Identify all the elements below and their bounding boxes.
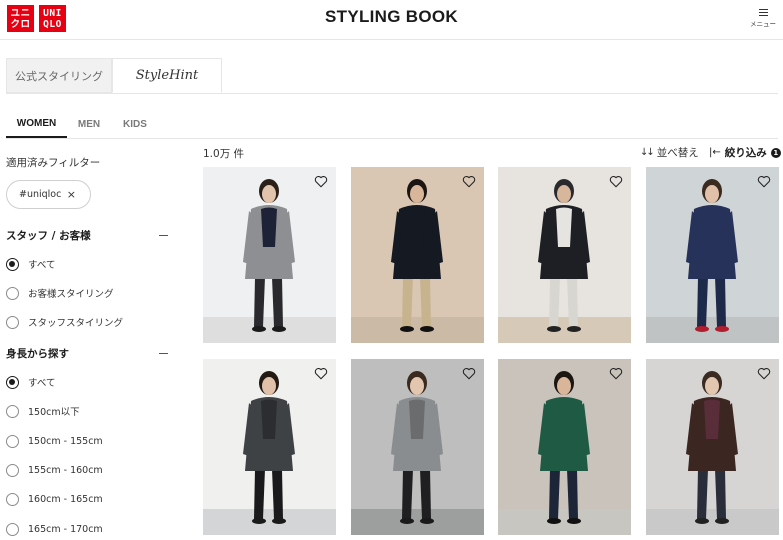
- radio-icon: [6, 404, 19, 418]
- filter-button[interactable]: |← 絞り込み 1: [709, 145, 781, 160]
- styling-card[interactable]: [203, 167, 336, 343]
- radio-checked-icon: [6, 257, 19, 271]
- outfit-photo: [646, 359, 779, 535]
- gender-tabs: WOMEN MEN KIDS: [6, 110, 778, 139]
- radio-height-165-170[interactable]: 165cm - 170cm: [6, 521, 103, 537]
- radio-height-150-under[interactable]: 150cm以下: [6, 403, 80, 419]
- tab-stylehint[interactable]: StyleHint: [112, 58, 222, 93]
- outfit-photo: [203, 167, 336, 343]
- styling-card[interactable]: [646, 359, 779, 535]
- radio-icon: [6, 492, 19, 506]
- heart-icon[interactable]: [609, 175, 623, 188]
- radio-label: すべて: [28, 378, 56, 389]
- radio-icon: [6, 286, 19, 300]
- applied-filters-title: 適用済みフィルター: [6, 157, 101, 169]
- outfit-photo: [498, 167, 631, 343]
- radio-height-150-155[interactable]: 150cm - 155cm: [6, 433, 103, 449]
- radio-height-155-160[interactable]: 155cm - 160cm: [6, 462, 103, 478]
- heart-icon[interactable]: [314, 175, 328, 188]
- height-section-title: 身長から探す: [6, 348, 69, 360]
- menu-button[interactable]: メニュー: [750, 9, 776, 28]
- tab-women[interactable]: WOMEN: [6, 110, 67, 138]
- site-header: ユニ クロ UNI QLO STYLING BOOK メニュー: [0, 0, 783, 40]
- radio-label: 155cm - 160cm: [28, 464, 103, 476]
- radio-staff-styling[interactable]: スタッフスタイリング: [6, 314, 123, 330]
- outfit-photo: [498, 359, 631, 535]
- source-tabs: 公式スタイリング StyleHint: [6, 58, 778, 94]
- radio-icon: [6, 434, 19, 448]
- heart-icon[interactable]: [462, 175, 476, 188]
- results-count: 1.0万 件: [203, 148, 245, 160]
- heart-icon[interactable]: [609, 367, 623, 380]
- radio-icon: [6, 463, 19, 477]
- outfit-photo: [203, 359, 336, 535]
- hamburger-icon: [758, 9, 768, 16]
- radio-label: すべて: [28, 260, 56, 271]
- heart-icon[interactable]: [314, 367, 328, 380]
- radio-height-160-165[interactable]: 160cm - 165cm: [6, 491, 103, 507]
- radio-icon: [6, 315, 19, 329]
- menu-label: メニュー: [750, 20, 776, 28]
- page-title: STYLING BOOK: [325, 7, 458, 26]
- heart-icon[interactable]: [757, 367, 771, 380]
- radio-label: 150cm - 155cm: [28, 435, 103, 447]
- sort-arrows-icon: ↓↓: [640, 147, 655, 158]
- radio-label: スタッフスタイリング: [28, 318, 124, 329]
- radio-label: 150cm以下: [28, 407, 80, 418]
- radio-staff-all[interactable]: すべて: [6, 256, 55, 272]
- styling-card[interactable]: [498, 167, 631, 343]
- radio-height-all[interactable]: すべて: [6, 374, 55, 390]
- radio-label: 160cm - 165cm: [28, 493, 103, 505]
- close-icon[interactable]: ×: [67, 188, 76, 201]
- styling-card[interactable]: [203, 359, 336, 535]
- collapse-icon[interactable]: [159, 353, 168, 354]
- filter-label: 絞り込み: [724, 147, 767, 159]
- outfit-photo: [646, 167, 779, 343]
- staff-customer-section-title: スタッフ / お客様: [6, 230, 91, 242]
- radio-label: 165cm - 170cm: [28, 523, 103, 535]
- radio-customer-styling[interactable]: お客様スタイリング: [6, 285, 114, 301]
- tab-men[interactable]: MEN: [72, 110, 106, 138]
- collapse-icon[interactable]: [159, 235, 168, 236]
- sort-button[interactable]: ↓↓ 並べ替え: [640, 145, 699, 160]
- styling-card[interactable]: [351, 167, 484, 343]
- tab-official-styling[interactable]: 公式スタイリング: [6, 58, 112, 93]
- filter-chip-uniqloc[interactable]: #uniqloc ×: [6, 180, 91, 209]
- filter-chip-label: #uniqloc: [19, 189, 62, 200]
- radio-checked-icon: [6, 375, 19, 389]
- styling-card[interactable]: [498, 359, 631, 535]
- styling-card[interactable]: [351, 359, 484, 535]
- styling-card[interactable]: [646, 167, 779, 343]
- heart-icon[interactable]: [757, 175, 771, 188]
- outfit-photo: [351, 167, 484, 343]
- outfit-photo: [351, 359, 484, 535]
- radio-label: お客様スタイリング: [28, 289, 114, 300]
- filter-count-badge: 1: [770, 147, 781, 158]
- radio-icon: [6, 522, 19, 536]
- heart-icon[interactable]: [462, 367, 476, 380]
- tab-kids[interactable]: KIDS: [118, 110, 152, 138]
- sort-label: 並べ替え: [656, 147, 699, 159]
- filter-arrow-icon: |←: [709, 147, 721, 158]
